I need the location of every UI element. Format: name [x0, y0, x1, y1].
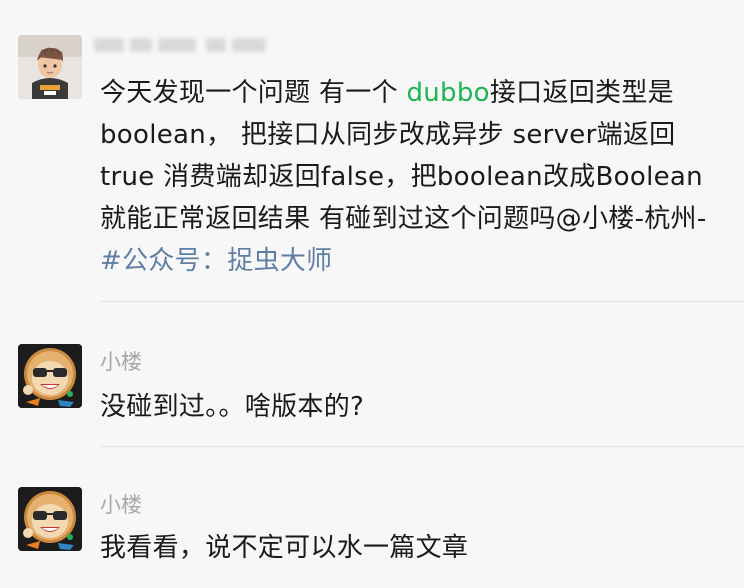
chat-thread: 今天发现一个问题 有一个 dubbo接口返回类型是boolean， 把接口从同步… [0, 0, 744, 588]
chat-message: 今天发现一个问题 有一个 dubbo接口返回类型是boolean， 把接口从同步… [0, 0, 744, 300]
cartoon-monkey-avatar-icon[interactable] [18, 344, 82, 408]
dubbo-link[interactable]: dubbo [406, 78, 489, 108]
cartoon-monkey-avatar-icon[interactable] [18, 487, 82, 551]
message-text-part: 今天发现一个问题 有一个 [100, 78, 407, 108]
sender-name: 小楼 [100, 493, 142, 517]
sender-name-blurred [94, 32, 274, 58]
sender-name: 小楼 [100, 350, 142, 374]
chat-message: 小楼 没碰到过。。啥版本的? [0, 302, 744, 448]
cartoon-monkey-avatar-image [18, 487, 82, 551]
message-text: 没碰到过。。啥版本的? [100, 392, 365, 422]
message-text: 今天发现一个问题 有一个 dubbo接口返回类型是boolean， 把接口从同步… [100, 72, 720, 282]
message-text: 我看看，说不定可以水一篇文章 [100, 533, 469, 563]
chat-message: 小楼 我看看，说不定可以水一篇文章 [0, 447, 744, 588]
hashtag-link[interactable]: #公众号：捉虫大师 [100, 246, 333, 276]
boy-avatar-image [18, 35, 82, 99]
boy-avatar-icon[interactable] [18, 35, 82, 99]
cartoon-monkey-avatar-image [18, 344, 82, 408]
